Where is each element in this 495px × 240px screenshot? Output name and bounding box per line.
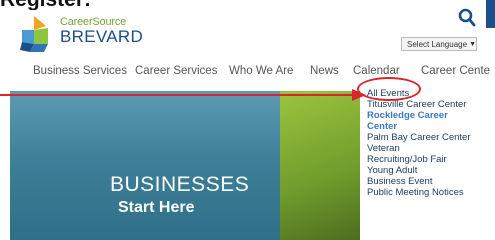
menu-item-public-meeting[interactable]: Public Meeting Notices — [367, 187, 464, 198]
nav-career-services[interactable]: Career Services — [135, 65, 217, 77]
hero-banner[interactable]: BUSINESSES Start Here — [10, 91, 360, 240]
logo-mark-icon — [20, 16, 48, 52]
language-selector[interactable]: Select Language ▼ — [401, 37, 477, 51]
search-icon[interactable] — [458, 8, 476, 28]
nav-business-services[interactable]: Business Services — [33, 65, 127, 77]
menu-item-young-adult[interactable]: Young Adult — [367, 165, 417, 176]
hero-subtitle: Start Here — [118, 199, 195, 216]
language-label: Select Language — [407, 39, 468, 49]
menu-item-rockledge[interactable]: Rockledge Career — [367, 110, 448, 121]
hero-title: BUSINESSES — [110, 173, 250, 196]
nav-who-we-are[interactable]: Who We Are — [229, 65, 293, 77]
menu-item-rockledge-cont[interactable]: Center — [367, 121, 397, 132]
top-bar-accent — [486, 0, 495, 28]
chevron-down-icon: ▼ — [469, 40, 476, 48]
logo-text-brevard: BREVARD — [60, 27, 144, 46]
nav-calendar[interactable]: Calendar — [353, 65, 400, 77]
annotation-arrow-line — [0, 94, 362, 96]
careersource-logo[interactable]: CareerSource BREVARD — [20, 8, 170, 54]
calendar-dropdown-menu: All Events Titusville Career Center Rock… — [363, 84, 495, 240]
annotation-circle — [357, 77, 421, 101]
menu-item-business-event[interactable]: Business Event — [367, 176, 432, 187]
nav-career-centers[interactable]: Career Cente — [421, 65, 490, 77]
menu-item-palm-bay[interactable]: Palm Bay Career Center — [367, 132, 470, 143]
menu-item-recruiting[interactable]: Recruiting/Job Fair — [367, 154, 447, 165]
menu-item-veteran[interactable]: Veteran — [367, 143, 400, 154]
hero-photo — [10, 91, 280, 240]
hero-green-panel — [280, 91, 360, 240]
nav-news[interactable]: News — [310, 65, 339, 77]
main-nav: Business Services Career Services Who We… — [0, 65, 495, 81]
